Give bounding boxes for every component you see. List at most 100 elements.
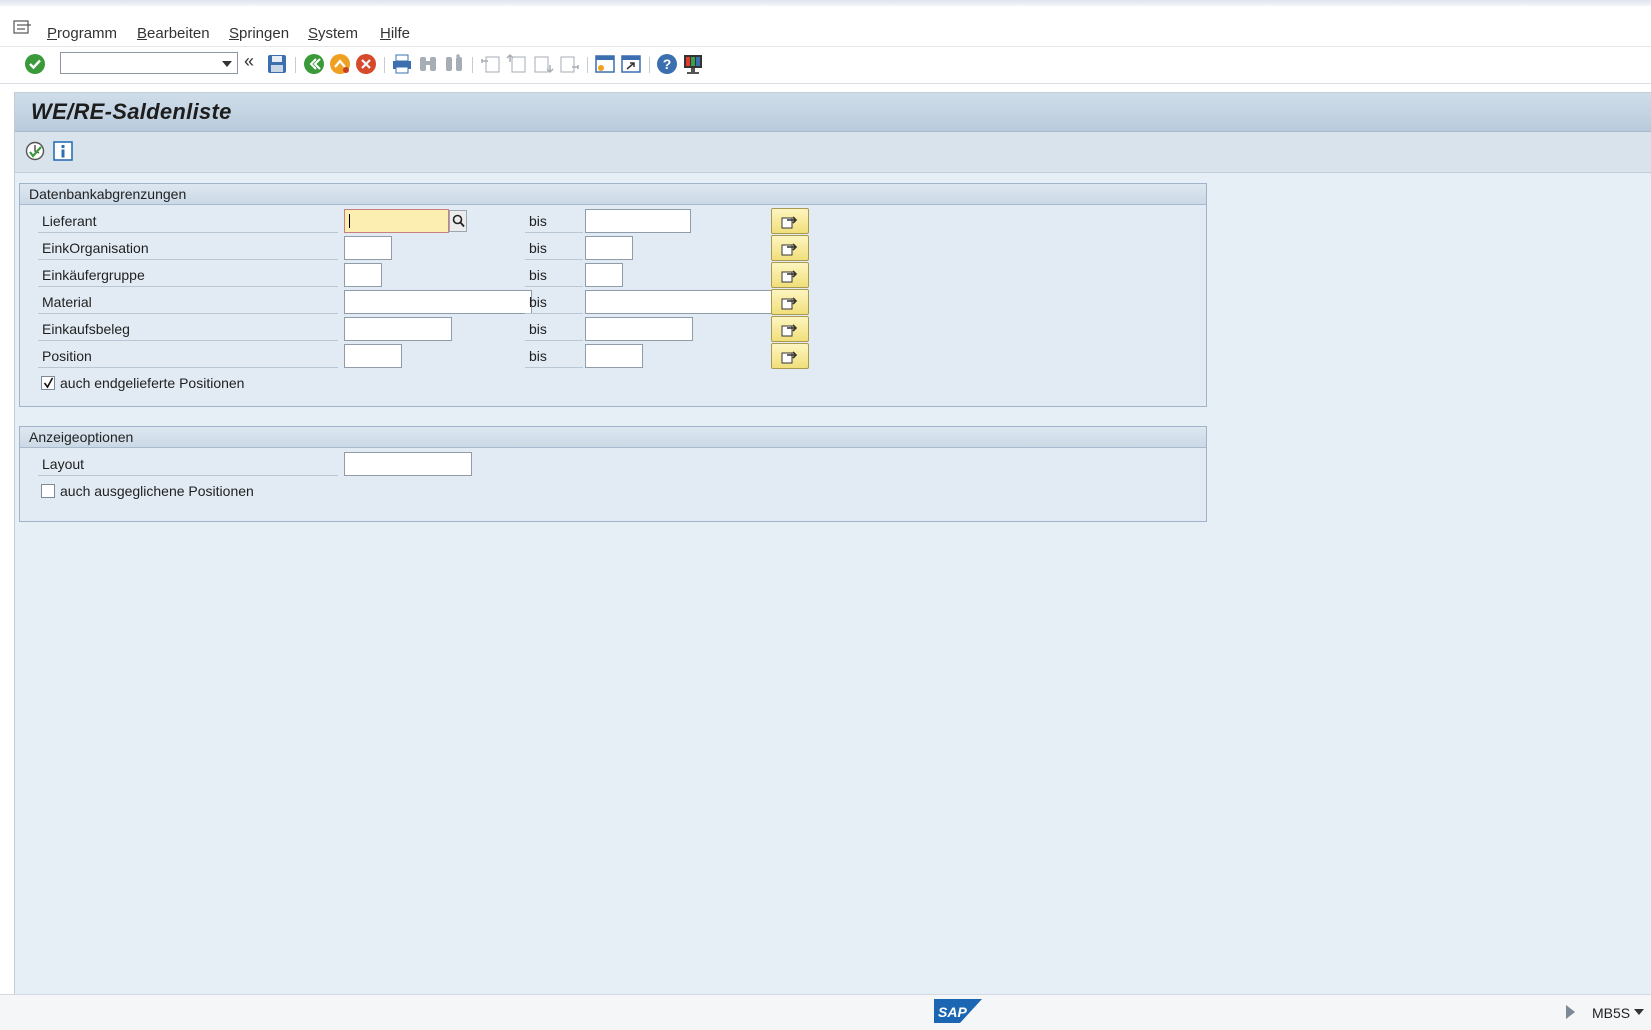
print-icon[interactable] [391,53,413,75]
einkaufsbeleg-high-input[interactable] [585,317,693,341]
page-title: WE/RE-Saldenliste [31,99,232,124]
position-high-input[interactable] [585,344,643,368]
command-field[interactable] [60,52,238,74]
enter-icon[interactable] [24,53,46,75]
row-underline [38,367,338,368]
first-page-icon[interactable] [480,53,502,75]
find-next-icon[interactable] [443,53,465,75]
previous-page-icon[interactable] [506,53,528,75]
last-page-icon[interactable] [558,53,580,75]
material-low-input[interactable] [344,290,532,314]
menu-bearbeiten[interactable]: Bearbeiten [137,25,210,42]
find-icon[interactable] [417,53,439,75]
row-underline [38,340,338,341]
multiple-selection-button[interactable] [771,289,809,315]
einkaufsbeleg-low-input[interactable] [344,317,452,341]
search-icon [452,214,465,228]
chevron-down-icon[interactable] [1634,1009,1644,1015]
menu-system[interactable]: System [308,25,358,42]
transaction-code: MB5S [1592,1005,1631,1021]
application-toolbar [15,132,1651,173]
multiple-selection-button[interactable] [771,316,809,342]
endgeliefert-checkbox[interactable] [41,376,55,390]
layout-input[interactable] [344,452,472,476]
row-underline [38,232,338,233]
chevron-down-icon[interactable] [222,61,232,67]
save-icon[interactable] [266,53,288,75]
row-underline [525,340,583,341]
svg-text:?: ? [663,56,672,72]
status-bar: SAP MB5S [0,994,1651,1030]
group-header: Anzeigeoptionen [20,427,1206,448]
multiple-selection-button[interactable] [771,235,809,261]
row-underline [525,259,583,260]
play-icon[interactable] [1566,1005,1575,1019]
material-high-input[interactable] [585,290,773,314]
lieferant-low-input[interactable] [344,209,449,233]
label-einkaeufergruppe: Einkäufergruppe [42,267,145,283]
svg-text:SAP: SAP [938,1004,967,1020]
toolbar-separator [587,57,588,73]
row-underline [38,313,338,314]
row-underline [38,259,338,260]
multiple-selection-button[interactable] [771,208,809,234]
shortcut-icon[interactable] [620,53,642,75]
toolbar-separator [384,57,385,73]
customize-layout-icon[interactable] [682,53,704,75]
menu-hilfe[interactable]: Hilfe [380,25,410,42]
next-page-icon[interactable] [532,53,554,75]
menu-bar: Programm Bearbeiten Springen System Hilf… [0,6,1651,47]
label-material: Material [42,294,92,310]
db-selection-group: Datenbankabgrenzungen Lieferant bis Eink… [19,183,1207,407]
display-options-group: Anzeigeoptionen Layout auch ausgeglichen… [19,426,1207,522]
system-toolbar: « ? [0,47,1651,84]
bis-label: bis [529,294,547,310]
help-icon[interactable]: ? [656,53,678,75]
back-icon[interactable] [303,53,325,75]
row-underline [525,367,583,368]
endgeliefert-label: auch endgelieferte Positionen [60,375,245,391]
label-lieferant: Lieferant [42,213,97,229]
multiple-selection-icon [781,324,798,337]
einkorganisation-low-input[interactable] [344,236,392,260]
row-underline [525,232,583,233]
row-underline [38,475,338,476]
multiple-selection-icon [781,216,798,229]
toolbar-separator [295,57,296,73]
info-icon[interactable] [53,141,73,161]
einkaeufergruppe-high-input[interactable] [585,263,623,287]
create-session-icon[interactable] [594,53,616,75]
label-einkaufsbeleg: Einkaufsbeleg [42,321,130,337]
lieferant-high-input[interactable] [585,209,691,233]
bis-label: bis [529,213,547,229]
exit-icon[interactable] [329,53,351,75]
checkmark-icon [43,377,54,389]
group-header: Datenbankabgrenzungen [20,184,1206,205]
position-low-input[interactable] [344,344,402,368]
multiple-selection-icon [781,270,798,283]
menu-programm[interactable]: Programm [47,25,117,42]
einkaeufergruppe-low-input[interactable] [344,263,382,287]
bis-label: bis [529,240,547,256]
label-layout: Layout [42,456,85,472]
row-underline [38,286,338,287]
row-underline [525,286,583,287]
bis-label: bis [529,267,547,283]
cancel-icon[interactable] [355,53,377,75]
bis-label: bis [529,321,547,337]
toolbar-separator [472,57,473,73]
group-title: Anzeigeoptionen [29,429,134,445]
multiple-selection-icon [781,297,798,310]
einkorganisation-high-input[interactable] [585,236,633,260]
multiple-selection-button[interactable] [771,343,809,369]
menu-springen[interactable]: Springen [229,25,289,42]
multiple-selection-icon [781,243,798,256]
ausgeglichen-checkbox[interactable] [41,484,55,498]
menu-icon[interactable] [13,20,32,36]
sap-logo: SAP [934,999,982,1023]
row-underline [525,313,583,314]
multiple-selection-button[interactable] [771,262,809,288]
execute-icon[interactable] [25,141,45,161]
value-help-button[interactable] [449,210,467,232]
collapse-icon[interactable]: « [244,51,266,73]
